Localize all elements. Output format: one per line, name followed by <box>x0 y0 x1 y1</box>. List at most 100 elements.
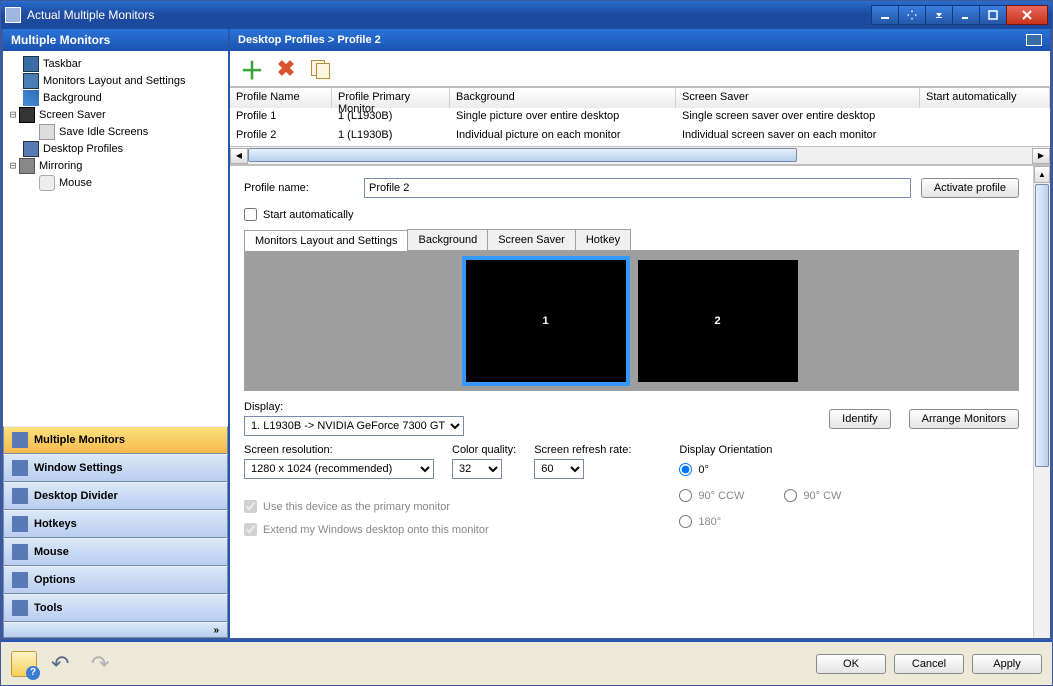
monitor-1[interactable]: 1 <box>466 260 626 382</box>
maximize-button[interactable] <box>979 5 1007 25</box>
move-button[interactable] <box>898 5 926 25</box>
orientation-180[interactable]: 180° <box>679 515 721 528</box>
sidecat-desktop-divider[interactable]: Desktop Divider <box>3 482 228 510</box>
sidecat-collapse[interactable]: » <box>3 622 228 638</box>
col-start-auto[interactable]: Start automatically <box>920 88 1050 108</box>
tab-background[interactable]: Background <box>407 229 488 250</box>
monitors-icon <box>23 73 39 89</box>
window-settings-icon <box>12 460 28 476</box>
tree-save-idle[interactable]: Save Idle Screens <box>7 123 224 140</box>
activate-profile-button[interactable]: Activate profile <box>921 178 1019 198</box>
refresh-rate-label: Screen refresh rate: <box>534 444 631 456</box>
profile-name-label: Profile name: <box>244 182 354 194</box>
redo-icon[interactable]: ↷ <box>91 651 117 677</box>
breadcrumb: Desktop Profiles > Profile 2 <box>238 34 381 46</box>
cell-name: Profile 1 <box>230 108 332 127</box>
orientation-90ccw[interactable]: 90° CCW <box>679 489 744 502</box>
tree-background[interactable]: Background <box>7 89 224 106</box>
sidecat-mouse[interactable]: Mouse <box>3 538 228 566</box>
close-button[interactable] <box>1006 5 1048 25</box>
profiles-toolbar: ＋ ✖ <box>230 51 1050 87</box>
sidecat-multiple-monitors[interactable]: Multiple Monitors <box>3 426 228 454</box>
scroll-thumb-v[interactable] <box>1035 184 1049 467</box>
sidecat-label: Mouse <box>34 546 69 558</box>
table-row[interactable]: Profile 2 1 (L1930B) Individual picture … <box>230 127 1050 146</box>
tree-monitors-layout[interactable]: Monitors Layout and Settings <box>7 72 224 89</box>
help-icon[interactable] <box>11 651 37 677</box>
delete-profile-button[interactable]: ✖ <box>272 55 300 83</box>
rollup-button[interactable] <box>925 5 953 25</box>
start-auto-input[interactable] <box>244 208 257 221</box>
left-pane: Multiple Monitors Taskbar Monitors Layou… <box>3 29 230 638</box>
col-primary-monitor[interactable]: Profile Primary Monitor <box>332 88 450 108</box>
tree-taskbar[interactable]: Taskbar <box>7 55 224 72</box>
copy-icon <box>311 60 329 78</box>
scroll-thumb[interactable] <box>248 148 797 162</box>
sidebar-categories: Multiple Monitors Window Settings Deskto… <box>3 426 228 638</box>
breadcrumb-bar: Desktop Profiles > Profile 2 <box>230 29 1050 51</box>
tree-desktop-profiles[interactable]: Desktop Profiles <box>7 140 224 157</box>
tree-screen-saver[interactable]: ⊟Screen Saver <box>7 106 224 123</box>
orientation-label: Display Orientation <box>679 444 841 456</box>
undo-icon[interactable]: ↶ <box>51 651 77 677</box>
color-quality-label: Color quality: <box>452 444 516 456</box>
screen-res-label: Screen resolution: <box>244 444 434 456</box>
save-idle-icon <box>39 124 55 140</box>
cell-bg: Individual picture on each monitor <box>450 127 676 146</box>
detail-wrapper: Profile name: Activate profile Start aut… <box>230 164 1050 638</box>
col-profile-name[interactable]: Profile Name <box>230 88 332 108</box>
cell-bg: Single picture over entire desktop <box>450 108 676 127</box>
app-window: Actual Multiple Monitors Multiple Monito… <box>0 0 1053 686</box>
sidecat-hotkeys[interactable]: Hotkeys <box>3 510 228 538</box>
identify-button[interactable]: Identify <box>829 409 890 429</box>
scroll-left-icon[interactable]: ◀ <box>230 148 248 164</box>
cell-ss: Individual screen saver on each monitor <box>676 127 920 146</box>
scroll-up-icon[interactable]: ▲ <box>1034 166 1050 183</box>
copy-profile-button[interactable] <box>306 55 334 83</box>
extend-desktop-checkbox[interactable]: Extend my Windows desktop onto this moni… <box>244 523 1019 536</box>
display-select[interactable]: 1. L1930B -> NVIDIA GeForce 7300 GT <box>244 416 464 436</box>
apply-button[interactable]: Apply <box>972 654 1042 674</box>
color-quality-select[interactable]: 32 <box>452 459 502 479</box>
screen-res-select[interactable]: 1280 x 1024 (recommended) <box>244 459 434 479</box>
tree-mouse[interactable]: Mouse <box>7 174 224 191</box>
window-title: Actual Multiple Monitors <box>27 8 872 22</box>
taskbar-icon <box>23 56 39 72</box>
orientation-0[interactable]: 0° <box>679 463 709 476</box>
arrange-monitors-button[interactable]: Arrange Monitors <box>909 409 1019 429</box>
bottom-bar: ↶ ↷ OK Cancel Apply <box>1 640 1052 685</box>
monitor-2[interactable]: 2 <box>638 260 798 382</box>
vertical-scrollbar[interactable]: ▲ <box>1033 166 1050 638</box>
tree-mirroring[interactable]: ⊟Mirroring <box>7 157 224 174</box>
tab-hotkey[interactable]: Hotkey <box>575 229 631 250</box>
refresh-rate-select[interactable]: 60 <box>534 459 584 479</box>
scroll-right-icon[interactable]: ▶ <box>1032 148 1050 164</box>
profile-name-input[interactable] <box>364 178 911 198</box>
titlebar[interactable]: Actual Multiple Monitors <box>1 1 1052 29</box>
add-profile-button[interactable]: ＋ <box>238 55 266 83</box>
ok-button[interactable]: OK <box>816 654 886 674</box>
orientation-90cw[interactable]: 90° CW <box>784 489 841 502</box>
sidecat-window-settings[interactable]: Window Settings <box>3 454 228 482</box>
col-background[interactable]: Background <box>450 88 676 108</box>
start-automatically-checkbox[interactable]: Start automatically <box>244 208 1019 221</box>
minimize-button[interactable] <box>952 5 980 25</box>
col-screensaver[interactable]: Screen Saver <box>676 88 920 108</box>
sidecat-options[interactable]: Options <box>3 566 228 594</box>
scroll-track[interactable] <box>248 148 1032 164</box>
minimize-extra-button[interactable] <box>871 5 899 25</box>
collapse-icon[interactable]: ⊟ <box>7 108 19 121</box>
sidecat-label: Desktop Divider <box>34 490 118 502</box>
tab-monitors-layout[interactable]: Monitors Layout and Settings <box>244 230 408 251</box>
cell-ss: Single screen saver over entire desktop <box>676 108 920 127</box>
tab-screen-saver[interactable]: Screen Saver <box>487 229 576 250</box>
primary-monitor-checkbox[interactable]: Use this device as the primary monitor <box>244 500 1019 513</box>
delete-icon: ✖ <box>277 56 295 82</box>
sidecat-tools[interactable]: Tools <box>3 594 228 622</box>
detail-tabs: Monitors Layout and Settings Background … <box>244 229 1019 251</box>
cancel-button[interactable]: Cancel <box>894 654 964 674</box>
background-icon <box>23 90 39 106</box>
collapse-icon[interactable]: ⊟ <box>7 159 19 172</box>
table-row[interactable]: Profile 1 1 (L1930B) Single picture over… <box>230 108 1050 127</box>
horizontal-scrollbar[interactable]: ◀ ▶ <box>230 146 1050 164</box>
